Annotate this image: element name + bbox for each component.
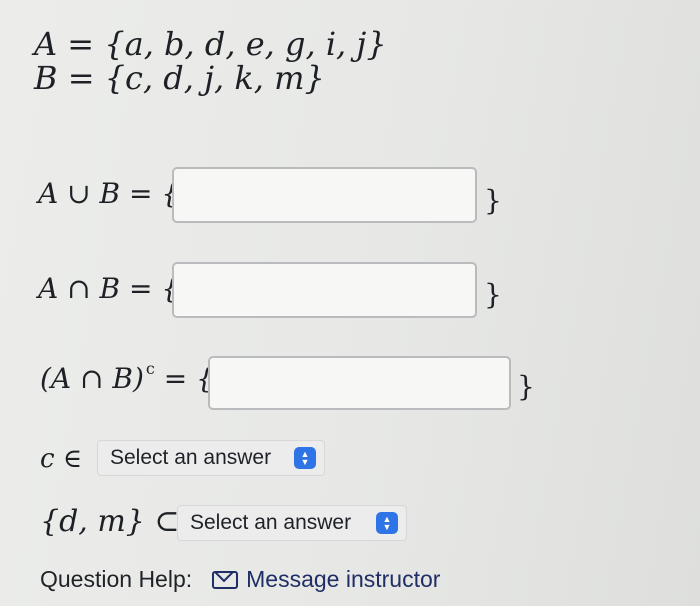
question-help-label: Question Help: — [40, 566, 193, 592]
select-arrows-icon: ▲ ▼ — [376, 512, 398, 534]
complement-equals: = { — [154, 362, 214, 395]
intersection-answer-input[interactable] — [172, 262, 477, 318]
set-a-definition: A = {a, b, d, e, g, i, j} — [34, 25, 387, 63]
complement-expression: (A ∩ B) — [40, 362, 144, 395]
intersection-closing-brace: } — [484, 278, 502, 311]
mail-icon[interactable] — [212, 570, 239, 589]
subset-label: {d, m} ⊂ — [40, 504, 180, 539]
message-instructor-link[interactable]: Message instructor — [246, 566, 440, 593]
membership-select-value: Select an answer — [110, 446, 272, 469]
union-answer-input[interactable] — [172, 167, 477, 223]
subset-select-value: Select an answer — [190, 511, 352, 534]
intersection-label: A ∩ B = { — [38, 272, 180, 305]
select-arrows-icon: ▲ ▼ — [294, 447, 316, 469]
membership-select[interactable]: Select an answer ▲ ▼ — [97, 440, 325, 476]
complement-answer-input[interactable] — [208, 356, 511, 410]
set-b-definition: B = {c, d, j, k, m} — [34, 59, 325, 97]
complement-superscript: c — [145, 359, 155, 378]
complement-closing-brace: } — [517, 370, 535, 403]
union-closing-brace: } — [484, 184, 502, 217]
question-help: Question Help: Message instructor — [40, 566, 440, 593]
complement-label: (A ∩ B) c = { — [40, 359, 214, 399]
membership-label: c ∈ — [40, 444, 83, 474]
union-label: A ∪ B = { — [38, 177, 180, 210]
subset-select[interactable]: Select an answer ▲ ▼ — [177, 505, 407, 541]
